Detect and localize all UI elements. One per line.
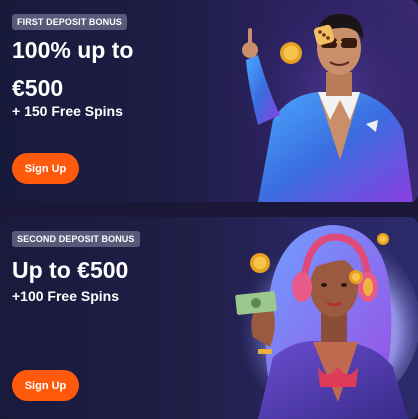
bonus-headline: Up to €500	[12, 257, 129, 283]
dice-icon	[313, 24, 335, 46]
sign-up-button[interactable]: Sign Up	[12, 370, 79, 401]
free-spins-text: +100 Free Spins	[12, 288, 120, 304]
coin-icon	[377, 233, 389, 245]
bonus-badge: SECOND DEPOSIT BONUS	[12, 231, 140, 247]
headline-line: 100% up to	[12, 37, 134, 63]
dollar-bill-icon	[235, 291, 277, 315]
headline-amount: €500	[12, 75, 64, 101]
woman-with-headphones-illustration	[236, 225, 418, 419]
second-deposit-banner[interactable]: SECOND DEPOSIT BONUS Up to €500 +100 Fre…	[0, 217, 418, 419]
bonus-badge: FIRST DEPOSIT BONUS	[12, 14, 127, 30]
free-spins-text: + 150 Free Spins	[12, 103, 123, 119]
coin-icon	[250, 253, 270, 273]
first-deposit-banner[interactable]: FIRST DEPOSIT BONUS 100% up to €500 + 15…	[0, 0, 418, 202]
coin-icon	[349, 270, 363, 284]
sign-up-button[interactable]: Sign Up	[12, 153, 79, 184]
coin-icon	[280, 42, 302, 64]
bonus-headline: 100% up to €500	[12, 34, 242, 104]
